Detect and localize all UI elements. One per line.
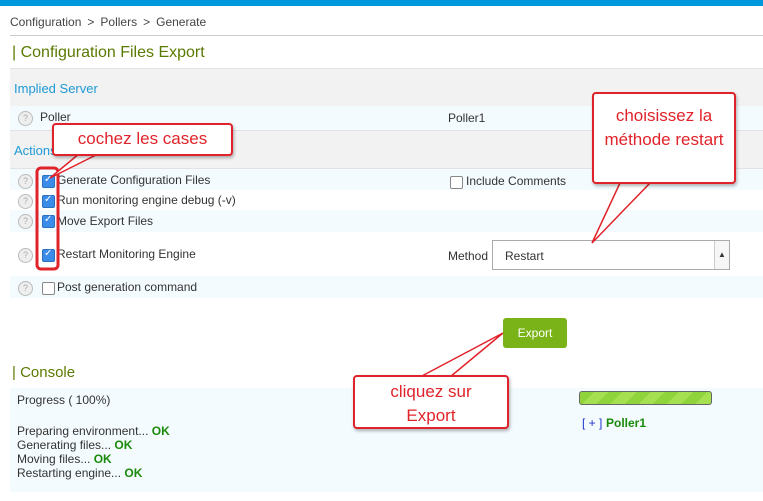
callout-export: cliquez sur Export: [353, 375, 509, 429]
callout-pointer: [419, 332, 504, 378]
callout-check-boxes: cochez les cases: [52, 123, 233, 156]
callout-pointer: [591, 182, 652, 244]
callout-method: choisissez la méthode restart: [592, 92, 736, 184]
checkbox-highlight: [35, 166, 60, 271]
callout-pointer: [49, 152, 101, 179]
